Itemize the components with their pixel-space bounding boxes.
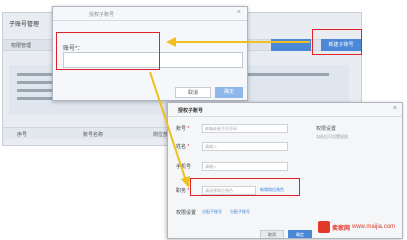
annotation-arrows	[149, 37, 310, 188]
arrow-head-down	[181, 176, 190, 188]
arrow-head-left	[166, 37, 176, 47]
watermark-url: www.maijia.com	[352, 224, 396, 230]
watermark-brand: 卖家网	[332, 225, 351, 232]
watermark: 卖家网 www.maijia.com	[318, 220, 404, 234]
watermark-logo	[318, 221, 330, 233]
arrow-down-to-role	[149, 71, 187, 182]
